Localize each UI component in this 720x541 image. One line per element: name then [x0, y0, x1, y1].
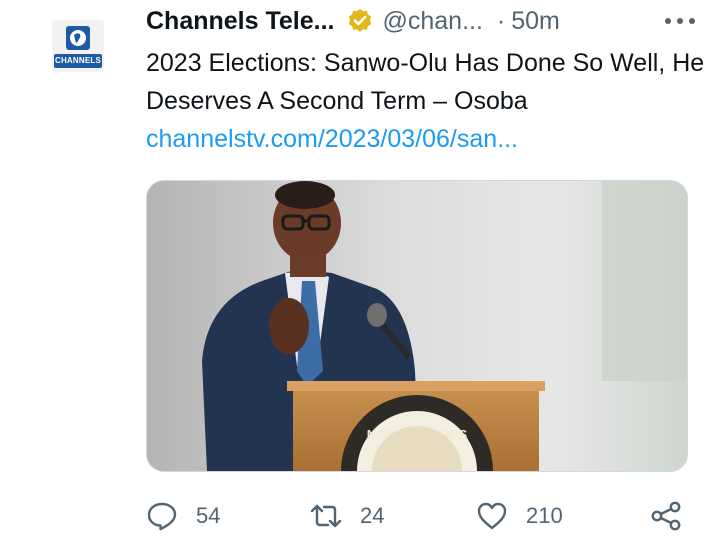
header-separator: · [496, 6, 506, 35]
reply-icon [147, 502, 177, 531]
reply-count: 54 [196, 503, 221, 528]
tweet-actions: 54 24 210 [146, 496, 686, 536]
speaker-photo: NOR OF LAGOS [147, 181, 687, 471]
heart-icon [477, 502, 507, 530]
avatar-brand-label: CHANNELS [54, 54, 102, 68]
reply-button[interactable]: 54 [146, 496, 220, 536]
tweet-image[interactable]: NOR OF LAGOS [146, 180, 688, 472]
retweet-count: 24 [360, 503, 385, 528]
like-button[interactable]: 210 [476, 496, 563, 536]
share-icon [651, 501, 681, 531]
tweet-card[interactable]: CHANNELS Channels Tele... @chan... · 50m… [0, 0, 720, 541]
tweet-link[interactable]: channelstv.com/2023/03/06/san... [146, 120, 706, 158]
timestamp[interactable]: 50m [511, 7, 560, 36]
share-button[interactable] [650, 496, 682, 536]
author-handle[interactable]: @chan... [382, 7, 482, 36]
tweet-text: 2023 Elections: Sanwo-Olu Has Done So We… [146, 49, 705, 115]
like-count: 210 [526, 503, 563, 528]
verified-badge-icon [349, 8, 372, 32]
tweet-text-block: 2023 Elections: Sanwo-Olu Has Done So We… [146, 44, 706, 158]
more-options-icon[interactable] [658, 6, 702, 36]
channels-logo-globe-icon [66, 26, 90, 50]
author-name[interactable]: Channels Tele... [146, 7, 334, 36]
avatar[interactable]: CHANNELS [52, 20, 104, 72]
retweet-icon [310, 504, 342, 528]
tweet-header: Channels Tele... @chan... · 50m [146, 4, 702, 38]
retweet-button[interactable]: 24 [310, 496, 384, 536]
